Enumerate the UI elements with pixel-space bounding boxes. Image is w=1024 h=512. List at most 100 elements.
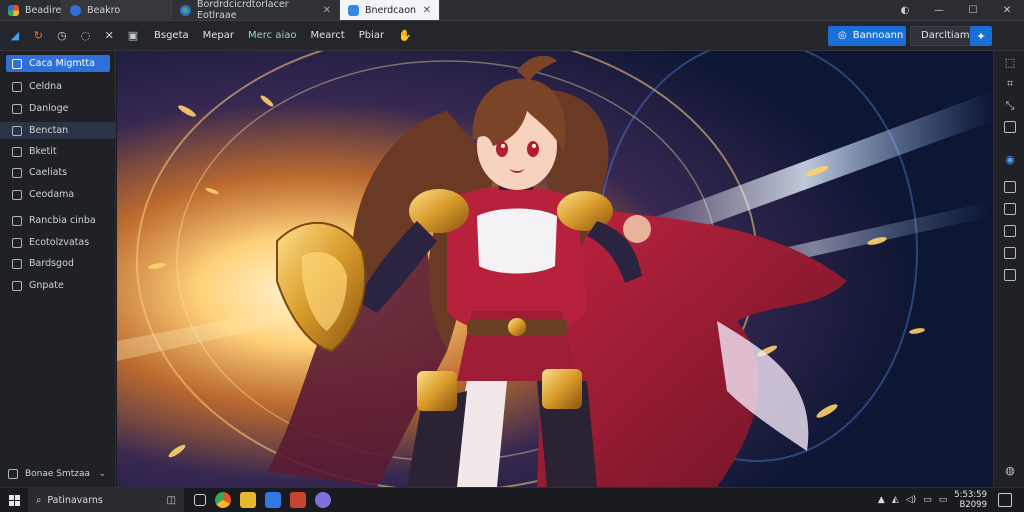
tag-icon [12,146,22,157]
pin-button[interactable]: ✦ [970,26,992,46]
app-icon [8,4,19,16]
document-icon [12,215,22,226]
history-icon[interactable]: ◷ [55,29,69,43]
right-rail: ⬚ ⌗ ⤡ ◉ ◍ [993,51,1024,487]
sidebar-item-3[interactable]: Benctan [0,122,116,139]
resize-icon[interactable]: ⤡ [1003,99,1017,113]
tab-image[interactable]: Bnerdcaon ✕ [340,0,440,20]
close-icon[interactable]: ✕ [102,29,116,43]
maximize-button[interactable]: ☐ [956,0,990,21]
tab-label: Bnerdcaon [365,4,417,16]
volume-icon[interactable]: ◁) [906,495,916,505]
windows-icon [8,494,20,506]
export-icon[interactable] [1004,269,1016,281]
sidebar-item-label: Celdna [29,81,62,92]
sidebar-item-7[interactable]: Rancbia cinba [6,212,110,229]
office-icon[interactable] [290,492,306,508]
puzzle-icon [180,4,191,16]
network-icon[interactable]: ◭ [892,495,899,505]
layers-icon[interactable] [1004,203,1016,215]
nav-item[interactable]: Merc aiao [248,30,297,41]
sidebar-item-label: Danloge [29,103,69,114]
sidebar-item-9[interactable]: Bardsgod [6,255,110,272]
chevron-down-icon: ⌄ [98,469,106,479]
layers-icon[interactable]: ▣ [126,29,140,43]
chevron-up-icon[interactable]: ▲ [878,495,885,505]
assistant-icon[interactable] [315,492,331,508]
refresh-icon[interactable]: ↻ [32,29,46,43]
clock-date: B2099 [959,500,987,510]
comment-icon[interactable]: ◌ [79,29,93,43]
camera-icon[interactable]: ◫ [167,495,176,506]
primary-button[interactable]: ◎ Bannoann [828,25,906,46]
sidebar-item-2[interactable]: Danloge [6,100,110,117]
sidebar-footer[interactable]: Bonae Smtzaa ⌄ [6,469,110,479]
chat-icon [12,189,22,200]
tab-extension[interactable]: Bordrdcicrdtorlacer Eotlraae ✕ [172,0,340,21]
tab-app[interactable]: Beadirebe [0,0,73,20]
search-placeholder: Patinavarns [47,494,103,506]
sidebar-item-1[interactable]: Celdna [6,78,110,95]
image-icon[interactable] [1004,181,1016,193]
app-icon[interactable] [265,492,281,508]
sidebar-footer-label: Bonae Smtzaa [25,469,91,479]
search-icon: ⌕ [36,494,42,506]
notification-icon[interactable] [998,493,1012,507]
sidebar-item-label: Bardsgod [29,258,74,269]
anime-artwork [117,51,993,487]
lock-icon[interactable] [1004,121,1016,133]
nav-item[interactable]: Pbiar [359,30,384,41]
sidebar-item-label: Caeliats [29,167,68,178]
chrome-icon[interactable] [215,492,231,508]
sidebar-item-10[interactable]: Gnpate [6,277,110,294]
eye-icon[interactable]: ◉ [1003,152,1017,166]
people-icon [12,167,22,178]
profile-icon[interactable]: ◐ [888,0,922,21]
minimize-button[interactable]: — [922,0,956,21]
adjust-icon[interactable] [1004,247,1016,259]
sidebar-item-label: Bketit [29,146,57,157]
crop-icon[interactable]: ⌗ [1003,77,1017,91]
sidebar-item-8[interactable]: Ecotolzvatas [6,234,110,251]
start-button[interactable] [0,494,28,506]
clock[interactable]: 5:53:59 B2099 [954,490,991,510]
folder-icon[interactable] [240,492,256,508]
task-view-icon[interactable] [194,494,206,506]
sidebar-item-label: Ecotolzvatas [29,237,90,248]
close-button[interactable]: ✕ [990,0,1024,21]
tab-bar: Beadirebe Beakro Bordrdcicrdtorlacer Eot… [0,0,1024,21]
toolbar-actions: ◎ Bannoann Darcltiamtan [828,25,1024,46]
toolbar-quick-actions: ◢ ↻ ◷ ◌ ✕ [0,29,116,43]
hand-icon[interactable]: ✋ [398,29,412,43]
sidebar-item-label: Ceodama [29,189,75,200]
grid-icon [12,237,22,248]
help-icon[interactable]: ◍ [1003,463,1017,477]
close-icon[interactable]: ✕ [423,5,431,16]
folder-icon [12,125,22,136]
sidebar-item-4[interactable]: Bketit [6,143,110,160]
image-icon [12,58,22,69]
sidebar-item-0[interactable]: Caca Migmtta [6,55,110,72]
close-icon[interactable]: ✕ [323,5,331,16]
download-icon [12,103,22,114]
filter-icon[interactable] [1004,225,1016,237]
calendar-icon [12,81,22,92]
nav-item[interactable]: Bsgeta [154,30,189,41]
sparkle-icon: ◎ [838,30,847,41]
sidebar-item-label: Gnpate [29,280,64,291]
select-icon[interactable]: ⬚ [1003,55,1017,69]
sidebar-item-5[interactable]: Caeliats [6,164,110,181]
display-icon[interactable]: ▭ [939,495,948,505]
taskbar-search[interactable]: ⌕ Patinavarns ◫ [28,487,184,512]
settings-icon [12,258,22,269]
battery-icon[interactable]: ▭ [923,495,932,505]
tab-browser[interactable]: Beakro [62,0,172,20]
logo-icon[interactable]: ◢ [8,29,22,43]
nav-item[interactable]: Mepar [203,30,234,41]
left-sidebar: Caca Migmtta Celdna Danloge Benctan Bket… [0,51,116,487]
image-viewer[interactable] [117,51,993,487]
sidebar-item-6[interactable]: Ceodama [6,186,110,203]
pin-icon: ✦ [976,29,986,43]
nav-item[interactable]: Mearct [311,30,345,41]
primary-button-label: Bannoann [852,30,904,41]
